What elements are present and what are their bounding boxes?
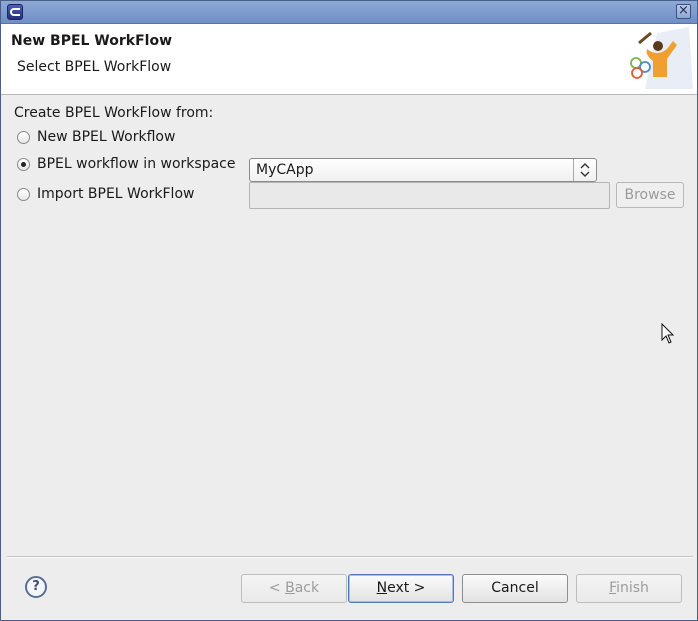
finish-rest: inish xyxy=(616,580,649,596)
wizard-title: New BPEL WorkFlow xyxy=(11,33,172,49)
back-prefix: < xyxy=(268,580,286,596)
close-button[interactable]: × xyxy=(676,4,691,19)
next-button[interactable]: Next > xyxy=(348,574,454,603)
mouse-pointer-icon xyxy=(661,323,675,344)
cancel-button[interactable]: Cancel xyxy=(462,574,568,603)
eclipse-app-icon xyxy=(7,4,23,20)
radio-button[interactable] xyxy=(17,188,30,201)
finish-button[interactable]: Finish xyxy=(576,574,682,603)
dialog-window: × New BPEL WorkFlow Select BPEL WorkFlow… xyxy=(0,0,698,621)
wizard-subtitle: Select BPEL WorkFlow xyxy=(17,59,172,75)
title-bar[interactable]: × xyxy=(1,1,697,24)
wizard-content: Create BPEL WorkFlow from: New BPEL Work… xyxy=(1,95,697,555)
workspace-project-combo[interactable]: MyCApp xyxy=(249,158,597,182)
combo-arrows-icon[interactable] xyxy=(573,159,596,181)
combo-selected-value: MyCApp xyxy=(256,162,314,178)
create-from-label: Create BPEL WorkFlow from: xyxy=(14,105,214,121)
radio-label[interactable]: Import BPEL WorkFlow xyxy=(37,186,194,202)
next-rest: ext > xyxy=(387,580,426,596)
radio-label[interactable]: New BPEL Workflow xyxy=(37,129,175,145)
back-button[interactable]: < Back xyxy=(241,574,347,603)
wizard-banner: New BPEL WorkFlow Select BPEL WorkFlow xyxy=(1,24,697,95)
import-path-field[interactable] xyxy=(249,182,610,209)
back-rest: ack xyxy=(294,580,320,596)
help-icon[interactable]: ? xyxy=(25,576,47,598)
radio-label[interactable]: BPEL workflow in workspace xyxy=(37,156,235,172)
bpel-wizard-logo-icon xyxy=(630,27,693,89)
radio-button[interactable] xyxy=(17,158,30,171)
browse-button[interactable]: Browse xyxy=(616,182,684,208)
next-mnemonic: N xyxy=(376,580,388,596)
radio-button[interactable] xyxy=(17,131,30,144)
back-mnemonic: B xyxy=(285,580,295,596)
footer-separator xyxy=(7,556,693,558)
